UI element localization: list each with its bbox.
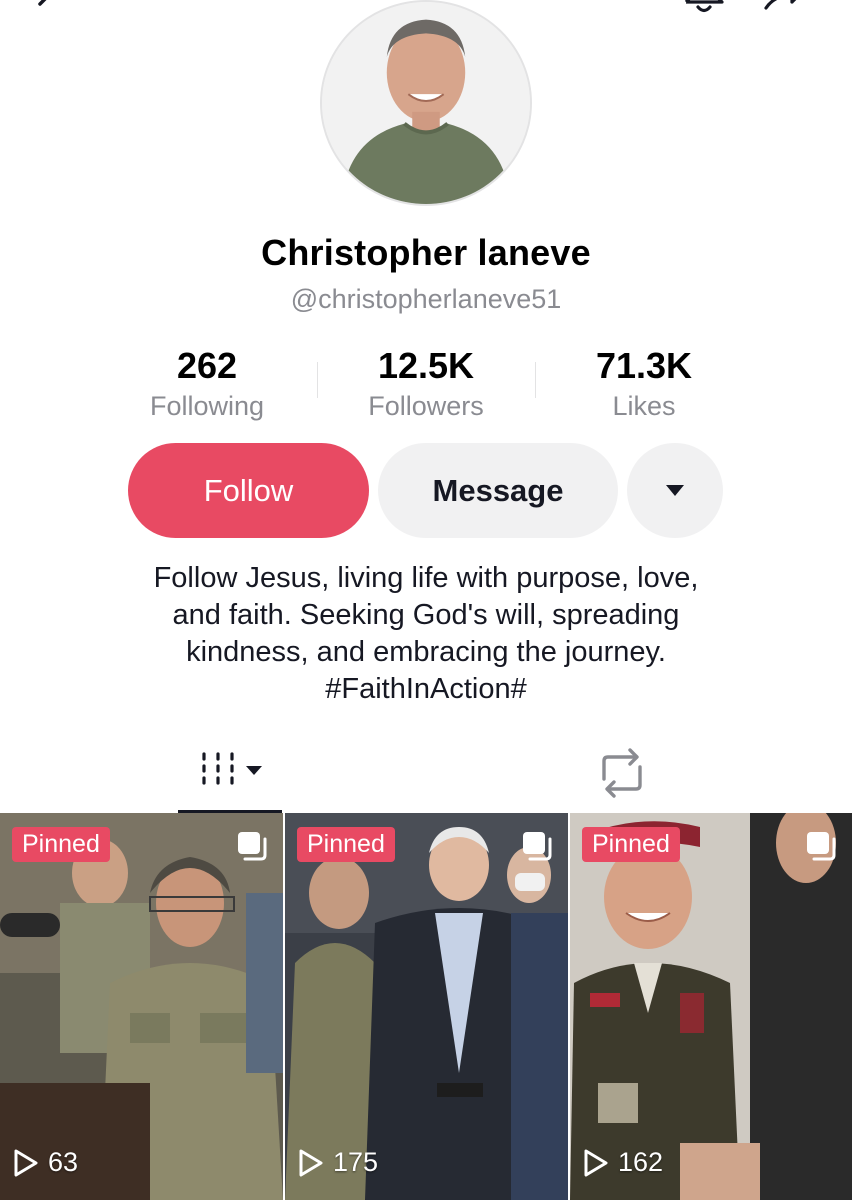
video-thumbnail[interactable]: Pinned 63 — [0, 813, 283, 1200]
tab-videos[interactable] — [178, 735, 282, 813]
videos-grid-icon — [202, 752, 262, 785]
thumbnail-image — [285, 813, 568, 1200]
caret-down-icon — [666, 485, 684, 496]
view-count-value: 63 — [48, 1147, 79, 1177]
view-count-value: 162 — [618, 1147, 664, 1177]
bio-line: kindness, and embracing the journey. — [186, 636, 666, 668]
bell-icon[interactable] — [680, 0, 728, 24]
share-icon[interactable] — [762, 0, 818, 24]
thumbnail-image — [0, 813, 283, 1200]
multi-clip-icon — [523, 832, 552, 861]
message-button[interactable]: Message — [378, 443, 618, 538]
repost-icon — [602, 748, 642, 798]
play-icon — [14, 1149, 38, 1176]
video-thumbnail[interactable]: Pinned 162 — [570, 813, 852, 1200]
following-label: Following — [149, 391, 265, 421]
bio: Follow Jesus, living life with purpose, … — [76, 560, 776, 708]
stat-likes[interactable]: 71.3K Likes — [529, 344, 759, 424]
view-count: 162 — [582, 1147, 663, 1178]
play-icon — [299, 1149, 323, 1176]
following-count: 262 — [176, 345, 238, 386]
view-count-value: 175 — [333, 1147, 379, 1177]
multi-clip-icon — [238, 832, 267, 861]
play-icon — [584, 1149, 608, 1176]
video-grid: Pinned 63 Pinned 175 Pinned 162 — [0, 813, 852, 1200]
pinned-badge: Pinned — [297, 827, 395, 862]
bio-line: and faith. Seeking God's will, spreading — [172, 599, 680, 631]
display-name: Christopher laneve — [261, 232, 591, 273]
followers-count: 12.5K — [377, 345, 475, 386]
avatar-photo — [322, 2, 530, 204]
pinned-badge: Pinned — [582, 827, 680, 862]
bio-line: Follow Jesus, living life with purpose, … — [153, 562, 699, 594]
more-options-button[interactable] — [627, 443, 723, 538]
pinned-badge: Pinned — [12, 827, 110, 862]
stat-following[interactable]: 262 Following — [92, 344, 322, 424]
stat-followers[interactable]: 12.5K Followers — [311, 344, 541, 424]
tab-reposts[interactable] — [580, 735, 664, 813]
follow-button[interactable]: Follow — [128, 443, 369, 538]
video-thumbnail[interactable]: Pinned 175 — [285, 813, 568, 1200]
bio-hashtag[interactable]: #FaithInAction# — [76, 671, 776, 708]
view-count: 175 — [297, 1147, 378, 1178]
view-count: 63 — [12, 1147, 78, 1178]
back-arrow-icon[interactable] — [30, 0, 66, 22]
likes-count: 71.3K — [595, 345, 693, 386]
followers-label: Followers — [368, 391, 484, 421]
avatar[interactable] — [320, 0, 532, 206]
multi-clip-icon — [807, 832, 836, 861]
likes-label: Likes — [612, 391, 676, 421]
username-handle: @christopherlaneve51 — [290, 284, 562, 314]
thumbnail-image — [570, 813, 852, 1200]
content-tabs — [0, 735, 852, 813]
